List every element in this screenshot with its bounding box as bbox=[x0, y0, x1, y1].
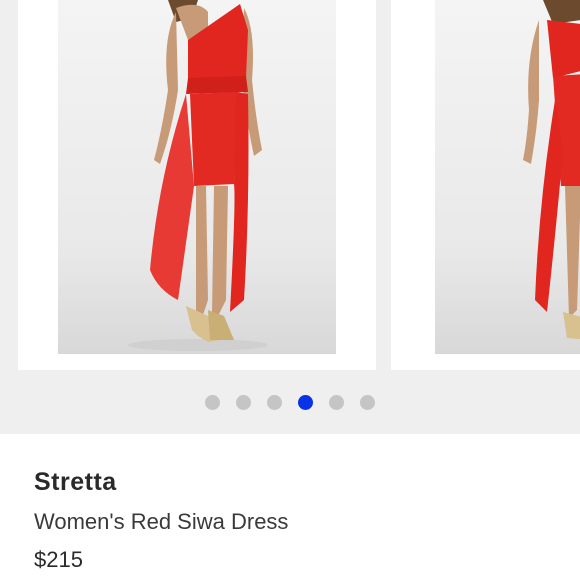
listing-title: Women's Red Siwa Dress bbox=[34, 509, 289, 534]
brand-name[interactable]: Stretta bbox=[34, 468, 117, 497]
listing-price: $215 bbox=[34, 547, 83, 572]
carousel-slide-current[interactable] bbox=[18, 0, 376, 370]
carousel-dot-3[interactable] bbox=[267, 395, 282, 410]
carousel-dot-6[interactable] bbox=[360, 395, 375, 410]
carousel-dot-4-active[interactable] bbox=[298, 395, 313, 410]
product-photo[interactable] bbox=[58, 0, 336, 354]
carousel-dot-1[interactable] bbox=[205, 395, 220, 410]
photo-carousel[interactable] bbox=[0, 0, 580, 434]
carousel-dot-2[interactable] bbox=[236, 395, 251, 410]
product-photo-next[interactable] bbox=[435, 0, 580, 354]
dress-photo-front bbox=[58, 0, 336, 354]
carousel-pagination bbox=[205, 395, 391, 410]
carousel-slide-next[interactable] bbox=[391, 0, 580, 370]
dress-photo-side bbox=[435, 0, 580, 354]
carousel-dot-5[interactable] bbox=[329, 395, 344, 410]
